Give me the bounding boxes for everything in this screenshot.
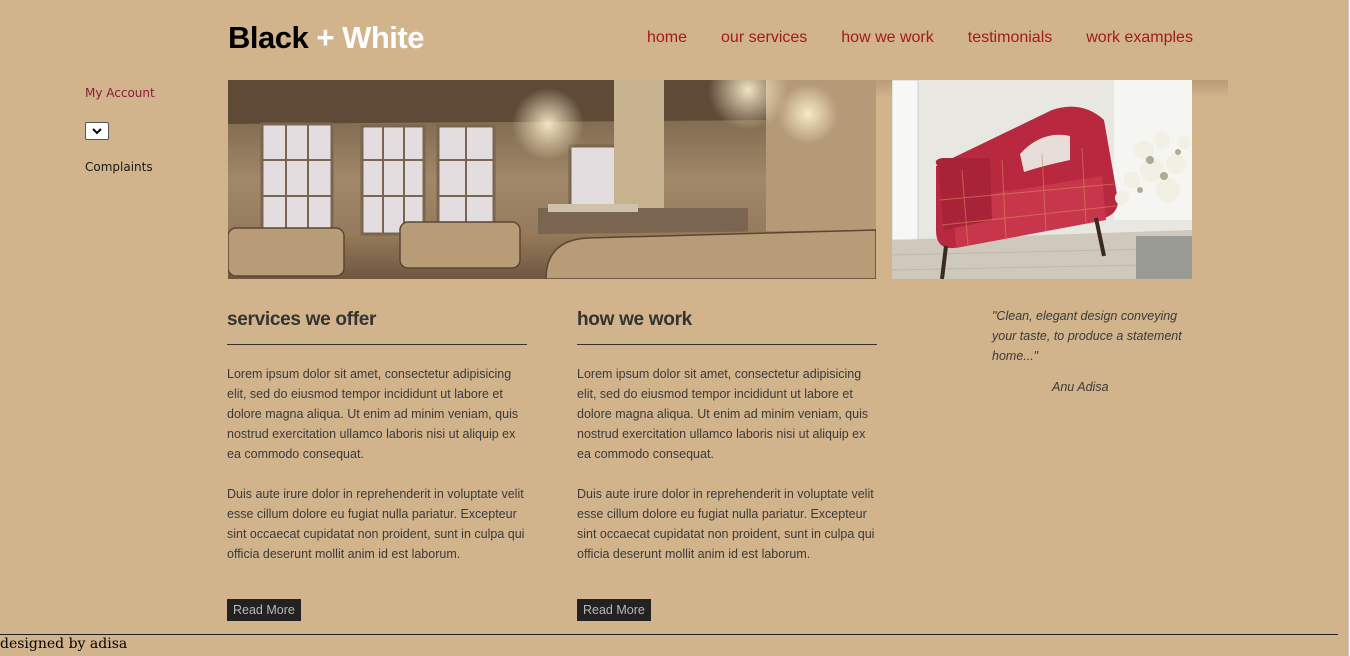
logo-black-text: Black xyxy=(228,20,309,55)
footer-credit: designed by adisa xyxy=(0,636,128,652)
services-column: services we offer Lorem ipsum dolor sit … xyxy=(227,309,527,584)
testimonial-author: Anu Adisa xyxy=(1052,380,1109,394)
how-we-work-paragraph-1: Lorem ipsum dolor sit amet, consectetur … xyxy=(577,367,869,461)
nav-our-services-link[interactable]: our services xyxy=(721,29,807,47)
services-paragraph-1: Lorem ipsum dolor sit amet, consectetur … xyxy=(227,367,519,461)
nav-work-examples-link[interactable]: work examples xyxy=(1086,29,1193,47)
how-we-work-column: how we work Lorem ipsum dolor sit amet, … xyxy=(577,309,877,584)
my-account-link[interactable]: My Account xyxy=(85,86,155,100)
site-logo[interactable]: Black + White xyxy=(228,20,424,56)
logo-white-text: + White xyxy=(316,20,424,55)
services-read-more-button[interactable]: Read More xyxy=(227,599,301,621)
footer-divider xyxy=(0,634,1338,635)
how-we-work-paragraph-2: Duis aute irure dolor in reprehenderit i… xyxy=(577,487,875,561)
how-we-work-heading: how we work xyxy=(577,309,877,345)
account-select-dropdown[interactable] xyxy=(85,122,109,140)
nav-testimonials-link[interactable]: testimonials xyxy=(968,29,1052,47)
red-armchair-image xyxy=(892,80,1192,279)
nav-how-we-work-link[interactable]: how we work xyxy=(841,29,933,47)
main-nav: home our services how we work testimonia… xyxy=(647,29,1193,47)
nav-home-link[interactable]: home xyxy=(647,29,687,47)
services-heading: services we offer xyxy=(227,309,527,345)
living-room-image xyxy=(228,80,876,279)
testimonial-quote: "Clean, elegant design conveying your ta… xyxy=(992,309,1182,363)
services-paragraph-2: Duis aute irure dolor in reprehenderit i… xyxy=(227,487,525,561)
how-we-work-read-more-button[interactable]: Read More xyxy=(577,599,651,621)
chevron-down-icon xyxy=(92,128,102,135)
complaints-link[interactable]: Complaints xyxy=(85,160,153,174)
